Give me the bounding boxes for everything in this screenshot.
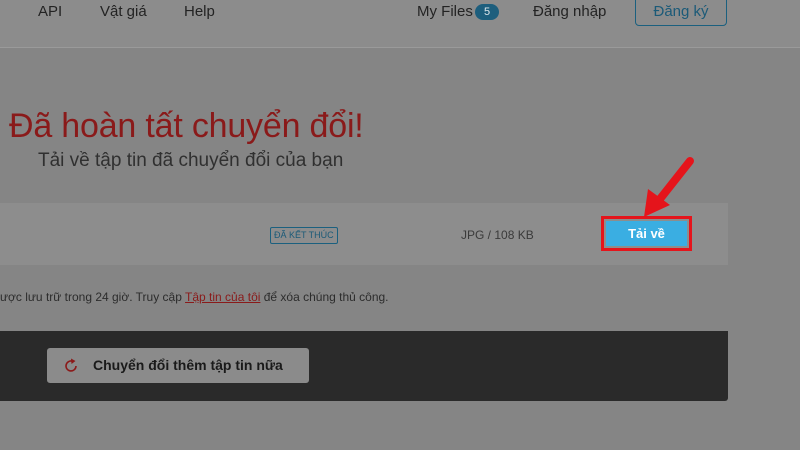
retention-note: ược lưu trữ trong 24 giờ. Truy cập Tập t…	[0, 290, 389, 304]
my-files-link[interactable]: Tập tin của tôi	[185, 290, 260, 304]
convert-more-label: Chuyển đổi thêm tập tin nữa	[93, 357, 283, 373]
page-side-area	[729, 48, 800, 450]
nav-login-link[interactable]: Đăng nhập	[533, 3, 606, 21]
signup-button[interactable]: Đăng ký	[635, 0, 727, 26]
retention-note-strip: ược lưu trữ trong 24 giờ. Truy cập Tập t…	[0, 266, 728, 330]
file-meta: JPG / 108 KB	[461, 228, 534, 242]
arrow-icon	[644, 157, 694, 217]
download-highlight-box: Tải về	[601, 216, 692, 251]
top-navigation: API Vật giá Help My Files 5 Đăng nhập Đă…	[0, 0, 800, 48]
my-files-count-badge: 5	[475, 4, 499, 20]
nav-price-link[interactable]: Vật giá	[100, 3, 147, 21]
action-bar: Chuyển đổi thêm tập tin nữa	[0, 331, 728, 401]
nav-help-link[interactable]: Help	[184, 3, 215, 21]
convert-more-button[interactable]: Chuyển đổi thêm tập tin nữa	[47, 348, 309, 383]
page-title: Đã hoàn tất chuyển đổi!	[9, 107, 364, 145]
nav-api-link[interactable]: API	[38, 3, 62, 21]
retention-note-text-after: để xóa chúng thủ công.	[260, 290, 389, 304]
nav-my-files-link[interactable]: My Files	[417, 3, 473, 21]
retention-note-text-before: ược lưu trữ trong 24 giờ. Truy cập	[0, 290, 186, 304]
status-badge: ĐÃ KẾT THÚC	[270, 227, 338, 244]
page-subtitle: Tải về tập tin đã chuyển đổi của bạn	[38, 150, 344, 171]
page: API Vật giá Help My Files 5 Đăng nhập Đă…	[0, 0, 800, 450]
download-button[interactable]: Tải về	[606, 221, 687, 246]
refresh-icon	[65, 358, 77, 372]
